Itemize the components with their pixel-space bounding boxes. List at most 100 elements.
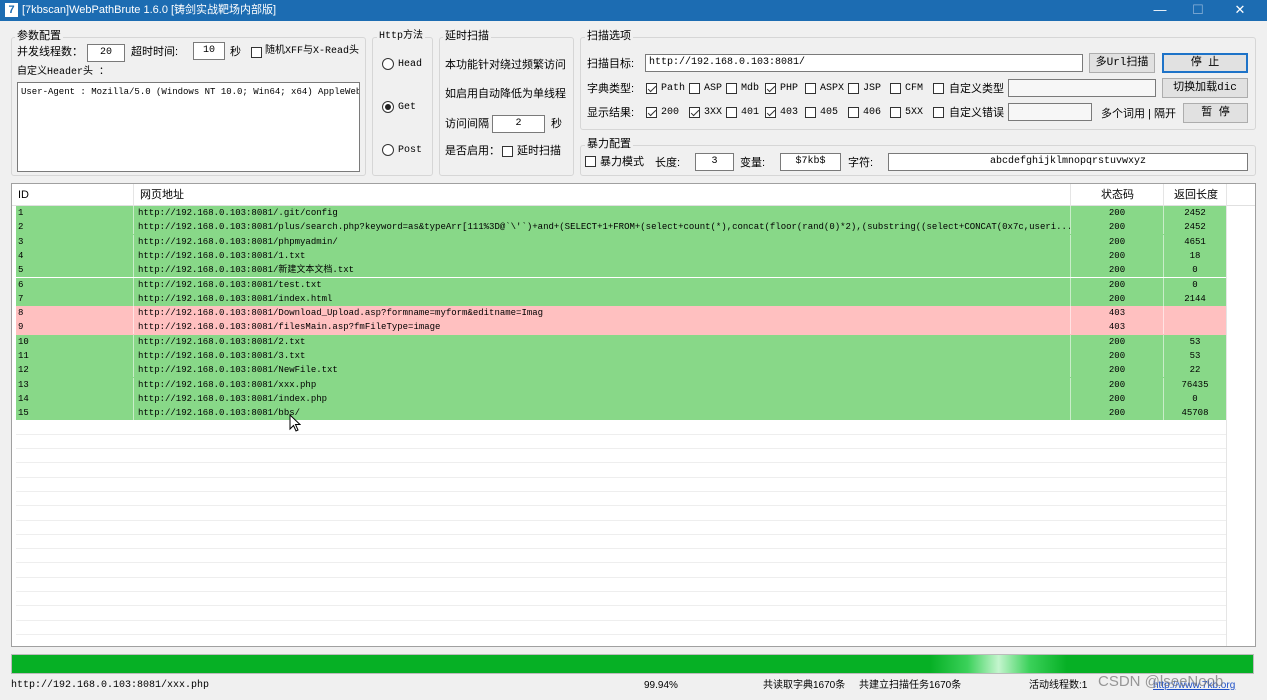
- table-row[interactable]: 11 http://192.168.0.103:8081/3.txt 200 53: [16, 349, 1227, 364]
- switch-dict-button[interactable]: 切换加载dic: [1162, 78, 1248, 98]
- header-textarea[interactable]: User-Agent : Mozilla/5.0 (Windows NT 10.…: [17, 82, 360, 172]
- cell-status: 200: [1071, 349, 1164, 363]
- result-5xx-checkbox[interactable]: [890, 107, 901, 118]
- result-406-label: 406: [863, 107, 882, 118]
- col-length[interactable]: 返回长度: [1164, 184, 1227, 206]
- table-row[interactable]: 1 http://192.168.0.103:8081/.git/config 20…: [16, 206, 1227, 221]
- threads-input[interactable]: 20: [87, 44, 125, 62]
- table-row[interactable]: 8 http://192.168.0.103:8081/Download_Uplo…: [16, 306, 1227, 321]
- title-bar: 7 [7kbscan]WebPathBrute 1.6.0 [铸剑实战靶场内部版…: [0, 0, 1267, 21]
- delay-group-title: 延时扫描: [443, 30, 491, 43]
- cell-url: http://192.168.0.103:8081/plus/search.ph…: [134, 220, 1071, 235]
- result-custom-checkbox[interactable]: [933, 107, 944, 118]
- brute-mode-label: 暴力模式: [600, 156, 644, 168]
- result-3xx-label: 3XX: [704, 107, 723, 118]
- random-xff-checkbox[interactable]: [251, 47, 262, 58]
- table-row[interactable]: 15 http://192.168.0.103:8081/bbs/200 45708: [16, 406, 1227, 421]
- status-tasks: 共建立扫描任务1670条: [859, 680, 962, 691]
- brute-chars-input[interactable]: abcdefghijklmnopqrstuvwxyz: [888, 153, 1248, 171]
- cell-id: 9: [16, 320, 134, 335]
- empty-row: [16, 478, 1227, 492]
- dict-mdb-checkbox[interactable]: [726, 83, 737, 94]
- col-url[interactable]: 网页地址: [134, 184, 1071, 206]
- empty-row: [16, 549, 1227, 564]
- table-row[interactable]: 10 http://192.168.0.103:8081/2.txt 200 53: [16, 334, 1227, 349]
- result-200-checkbox[interactable]: [646, 107, 657, 118]
- cell-status: 200: [1071, 248, 1164, 263]
- status-active-threads: 活动线程数:1: [1029, 680, 1088, 691]
- results-table[interactable]: ID 网页地址 状态码 返回长度 1 http://192.168.0.103:8…: [11, 183, 1256, 647]
- result-3xx-checkbox[interactable]: [689, 107, 700, 118]
- minimize-button[interactable]: —: [1140, 0, 1180, 21]
- dict-asp-checkbox[interactable]: [689, 83, 700, 94]
- result-5xx-label: 5XX: [905, 107, 924, 118]
- pause-button[interactable]: 暂 停: [1183, 103, 1248, 123]
- cell-id: 7: [16, 291, 134, 306]
- cell-id: 6: [16, 277, 134, 292]
- stop-button[interactable]: 停 止: [1162, 53, 1248, 73]
- cell-status: 200: [1071, 391, 1164, 406]
- window-title: [7kbscan]WebPathBrute 1.6.0 [铸剑实战靶场内部版]: [22, 4, 277, 16]
- cell-id: 12: [16, 363, 134, 378]
- dict-custom-input[interactable]: [1008, 79, 1156, 97]
- multi-url-button[interactable]: 多Url扫描: [1089, 53, 1155, 73]
- table-row[interactable]: 12 http://192.168.0.103:8081/NewFile.txt 2…: [16, 363, 1227, 378]
- table-row[interactable]: 3 http://192.168.0.103:8081/phpmyadmin/20…: [16, 234, 1227, 249]
- dict-cfm-checkbox[interactable]: [890, 83, 901, 94]
- brute-mode-checkbox[interactable]: [585, 156, 596, 167]
- target-input[interactable]: http://192.168.0.103:8081/: [645, 54, 1083, 72]
- empty-row: [16, 564, 1227, 578]
- delay-desc-2: 如启用自动降低为单线程: [445, 88, 566, 100]
- table-row[interactable]: 6 http://192.168.0.103:8081/test.txt 200 0: [16, 277, 1227, 292]
- dict-custom-checkbox[interactable]: [933, 83, 944, 94]
- cell-id: 13: [16, 377, 134, 392]
- brute-variable-input[interactable]: $7kb$: [780, 153, 841, 171]
- params-group-title: 参数配置: [15, 30, 63, 43]
- result-406-checkbox[interactable]: [848, 107, 859, 118]
- delay-enable-checkbox[interactable]: [502, 146, 513, 157]
- table-row[interactable]: 14 http://192.168.0.103:8081/index.php 200…: [16, 391, 1227, 407]
- dict-jsp-checkbox[interactable]: [848, 83, 859, 94]
- timeout-input[interactable]: 10: [193, 42, 225, 60]
- radio-head[interactable]: [382, 58, 394, 70]
- radio-post[interactable]: [382, 144, 394, 156]
- target-label: 扫描目标:: [587, 58, 635, 70]
- cell-length: 0: [1164, 277, 1227, 292]
- cell-url: http://192.168.0.103:8081/index.html: [134, 291, 1071, 306]
- cell-status: 200: [1071, 263, 1164, 278]
- col-status[interactable]: 状态码: [1071, 184, 1164, 206]
- dict-path-checkbox[interactable]: [646, 83, 657, 94]
- maximize-button[interactable]: ☐: [1178, 0, 1218, 21]
- table-row[interactable]: 2 http://192.168.0.103:8081/plus/search.p…: [16, 220, 1227, 235]
- cell-status: 200: [1071, 377, 1164, 392]
- table-row[interactable]: 13 http://192.168.0.103:8081/xxx.php 200 76…: [16, 377, 1227, 392]
- close-button[interactable]: ✕: [1220, 0, 1260, 21]
- empty-row: [16, 421, 1227, 435]
- cell-id: 11: [16, 349, 134, 363]
- radio-get[interactable]: [382, 101, 394, 113]
- dict-php-checkbox[interactable]: [765, 83, 776, 94]
- scan-progress-bar: [11, 654, 1254, 674]
- table-row[interactable]: 9 http://192.168.0.103:8081/filesMain.asp…: [16, 320, 1227, 335]
- delay-enable-check-label: 延时扫描: [517, 145, 561, 157]
- empty-row: [16, 592, 1227, 607]
- dict-path-label: Path: [661, 83, 686, 94]
- cell-length: 4651: [1164, 234, 1227, 249]
- result-401-checkbox[interactable]: [726, 107, 737, 118]
- brute-length-input[interactable]: 3: [695, 153, 734, 171]
- cell-url: http://192.168.0.103:8081/.git/config: [134, 206, 1071, 220]
- table-row[interactable]: 4 http://192.168.0.103:8081/1.txt 200 18: [16, 248, 1227, 264]
- result-405-checkbox[interactable]: [805, 107, 816, 118]
- col-id[interactable]: ID: [12, 184, 134, 206]
- empty-row: [16, 492, 1227, 507]
- interval-input[interactable]: 2: [492, 115, 545, 133]
- result-custom-input[interactable]: [1008, 103, 1092, 121]
- cell-status: 200: [1071, 277, 1164, 292]
- result-403-checkbox[interactable]: [765, 107, 776, 118]
- table-row[interactable]: 7 http://192.168.0.103:8081/index.html 200…: [16, 291, 1227, 307]
- table-row[interactable]: 5 http://192.168.0.103:8081/新建文本文档.txt 200…: [16, 263, 1227, 278]
- dict-aspx-checkbox[interactable]: [805, 83, 816, 94]
- cell-id: 10: [16, 334, 134, 349]
- cell-length: 76435: [1164, 377, 1227, 392]
- cell-url: http://192.168.0.103:8081/NewFile.txt: [134, 363, 1071, 378]
